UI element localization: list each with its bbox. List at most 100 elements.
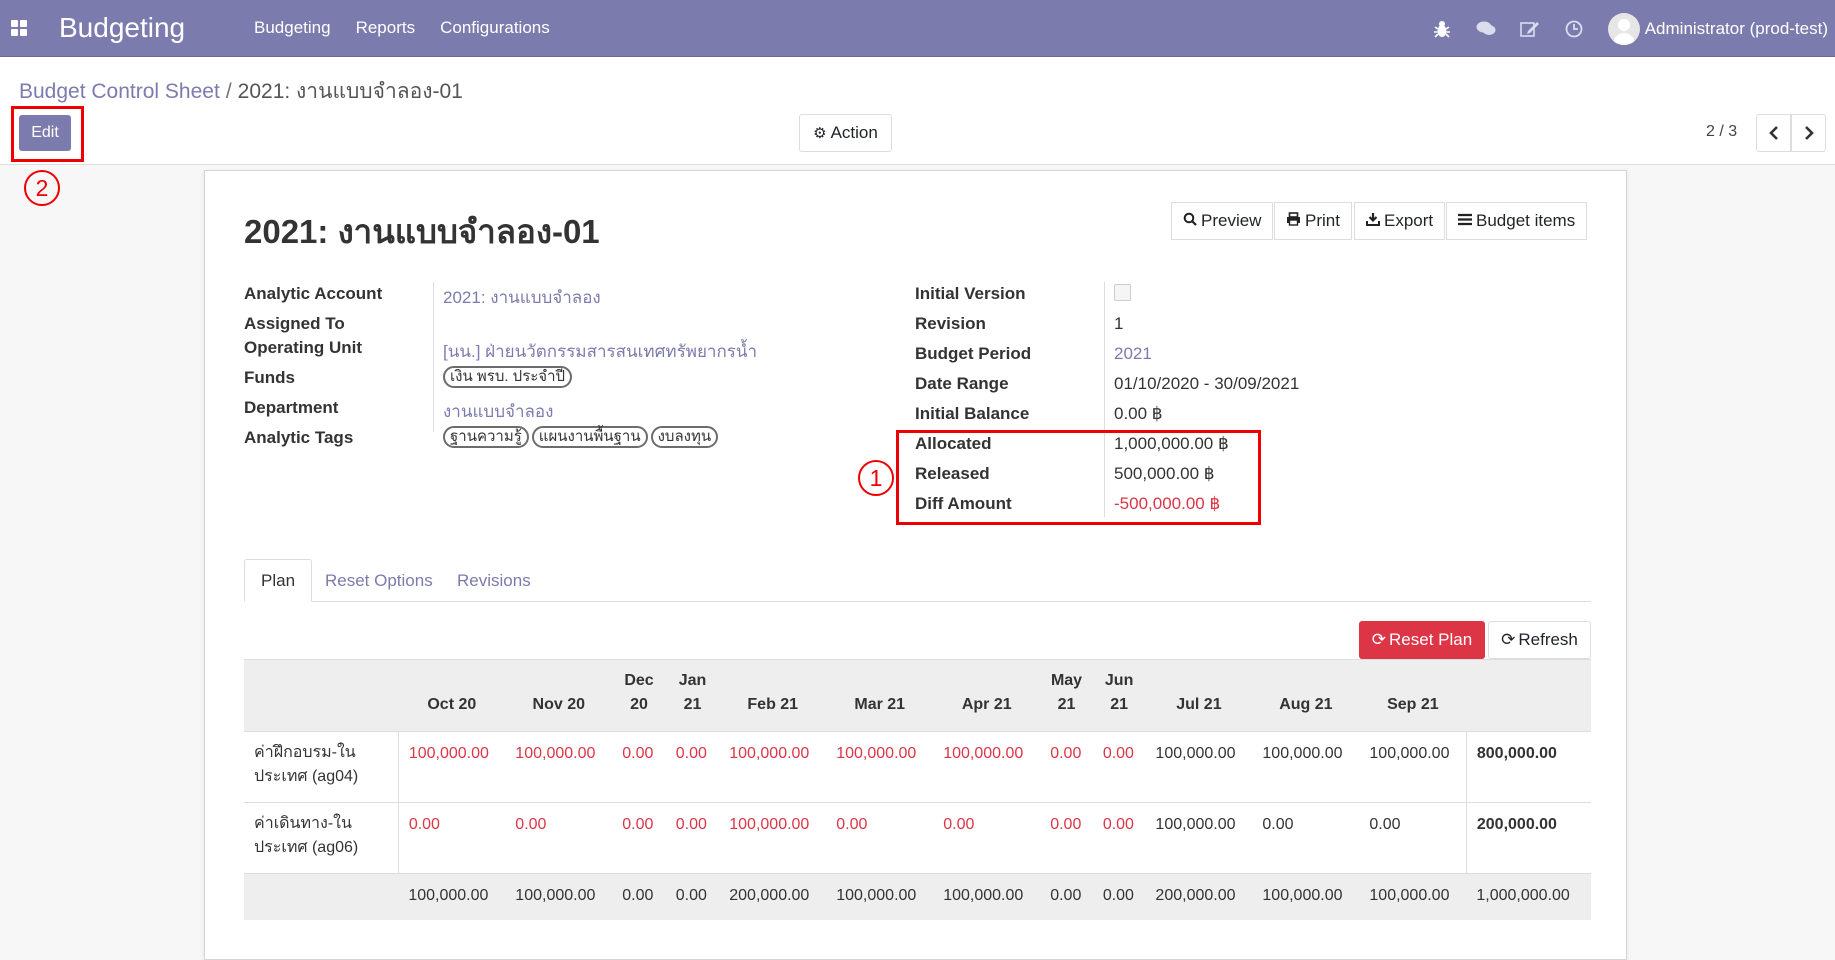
- pager-next-button[interactable]: [1791, 114, 1826, 152]
- footer-total-cell: 0.00: [612, 873, 666, 920]
- preview-button[interactable]: Preview: [1171, 202, 1274, 240]
- tab-plan[interactable]: Plan: [244, 559, 313, 602]
- footer-total-cell: 0.00: [1040, 873, 1093, 920]
- main-menu: Budgeting Reports Configurations: [254, 18, 575, 38]
- table-row[interactable]: ค่าเดินทาง-ใน ประเทศ (ag06) 0.00 0.00 0.00 0.…: [244, 802, 1591, 874]
- edit-icon[interactable]: [1519, 19, 1540, 39]
- tab-reset-options[interactable]: Reset Options: [309, 559, 449, 602]
- table-cell[interactable]: 0.00: [1040, 802, 1093, 874]
- user-menu[interactable]: Administrator (prod-test): [1645, 19, 1828, 39]
- pager-value[interactable]: 2 / 3: [1706, 123, 1737, 141]
- table-cell[interactable]: 100,000.00: [1145, 802, 1253, 874]
- bug-icon[interactable]: [1432, 19, 1452, 39]
- table-cell[interactable]: 100,000.00: [398, 731, 506, 803]
- breadcrumb-parent[interactable]: Budget Control Sheet: [19, 80, 220, 103]
- menu-item-budgeting[interactable]: Budgeting: [254, 18, 331, 38]
- menu-item-configurations[interactable]: Configurations: [440, 18, 550, 38]
- operating-unit-value[interactable]: [นน.] ฝ่ายนวัตกรรมสารสนเทศทรัพยากรน้ำ: [443, 338, 757, 365]
- chevron-left-icon: [1768, 126, 1778, 140]
- menu-item-reports[interactable]: Reports: [356, 18, 416, 38]
- print-button[interactable]: Print: [1274, 202, 1352, 240]
- budget-period-label: Budget Period: [915, 344, 1032, 363]
- table-cell[interactable]: 100,000.00: [1145, 731, 1253, 803]
- table-cell[interactable]: 100,000.00: [1359, 731, 1467, 803]
- analytic-tag[interactable]: แผนงานพื้นฐาน: [531, 426, 648, 448]
- annotation-box-edit: [11, 106, 84, 162]
- table-cell[interactable]: 0.00: [1252, 802, 1360, 874]
- table-row[interactable]: ค่าฝึกอบรม-ใน ประเทศ (ag04) 100,000.00 100,…: [244, 731, 1591, 803]
- footer-total-cell: 200,000.00: [1145, 873, 1253, 920]
- table-cell[interactable]: 0.00: [612, 802, 666, 874]
- row-name: ค่าฝึกอบรม-ใน ประเทศ (ag04): [244, 731, 399, 803]
- pager-previous-button[interactable]: [1756, 114, 1791, 152]
- table-cell[interactable]: 100,000.00: [505, 731, 613, 803]
- column-header: Aug 21: [1252, 659, 1360, 732]
- action-button[interactable]: ⚙ Action: [799, 114, 892, 152]
- footer-total-cell: 1,000,000.00: [1466, 873, 1591, 920]
- table-cell[interactable]: 0.00: [505, 802, 613, 874]
- table-cell[interactable]: 0.00: [665, 802, 720, 874]
- chat-icon[interactable]: [1476, 19, 1496, 39]
- export-label: Export: [1384, 211, 1434, 230]
- table-cell[interactable]: 0.00: [933, 802, 1041, 874]
- funds-tags: เงิน พรบ. ประจำปี: [443, 366, 575, 388]
- analytic-tag[interactable]: ฐานความรู้: [443, 426, 529, 448]
- column-header: Sep 21: [1359, 659, 1467, 732]
- fund-tag[interactable]: เงิน พรบ. ประจำปี: [443, 366, 573, 388]
- table-cell[interactable]: 0.00: [1040, 731, 1093, 803]
- refresh-button[interactable]: ⟳ Refresh: [1488, 621, 1591, 659]
- table-cell[interactable]: 100,000.00: [933, 731, 1041, 803]
- user-avatar[interactable]: [1607, 12, 1640, 45]
- table-cell[interactable]: 0.00: [398, 802, 506, 874]
- table-cell[interactable]: 100,000.00: [719, 731, 827, 803]
- operating-unit-label: Operating Unit: [244, 338, 363, 357]
- table-cell[interactable]: 0.00: [1092, 802, 1146, 874]
- initial-version-label: Initial Version: [915, 284, 1026, 303]
- initial-balance-value: 0.00 ฿: [1114, 404, 1163, 423]
- column-header: Jul 21: [1145, 659, 1253, 732]
- reset-plan-button[interactable]: ⟳ Reset Plan: [1359, 621, 1485, 659]
- list-icon: [1458, 213, 1472, 230]
- table-cell[interactable]: 100,000.00: [826, 731, 934, 803]
- record-title: 2021: งานแบบจำลอง-01: [244, 213, 600, 250]
- column-header: Feb 21: [719, 659, 827, 732]
- footer-total-cell: 100,000.00: [505, 873, 613, 920]
- analytic-tags-label: Analytic Tags: [244, 428, 354, 447]
- date-range-label: Date Range: [915, 374, 1009, 393]
- table-footer-row: 100,000.00 100,000.00 0.00 0.00 200,000.00 10…: [244, 873, 1591, 920]
- apps-menu-icon[interactable]: [11, 20, 27, 36]
- table-cell[interactable]: 0.00: [826, 802, 934, 874]
- plan-table-header: Oct 20 Nov 20 Dec 20 Jan 21 Feb 21 Mar 21 Apr 21…: [244, 659, 1591, 732]
- analytic-account-value[interactable]: 2021: งานแบบจำลอง: [443, 284, 601, 311]
- table-cell[interactable]: 0.00: [612, 731, 666, 803]
- tab-revisions[interactable]: Revisions: [441, 559, 547, 602]
- annotation-marker-2: 2: [24, 170, 60, 206]
- column-header: Nov 20: [505, 659, 613, 732]
- breadcrumb: Budget Control Sheet/2021: งานแบบจำลอง-0…: [19, 75, 463, 108]
- refresh-icon: ⟳: [1371, 630, 1387, 649]
- initial-version-checkbox: [1114, 284, 1131, 301]
- footer-total-cell: 0.00: [1092, 873, 1146, 920]
- column-header: Apr 21: [933, 659, 1041, 732]
- footer-total-cell: 200,000.00: [719, 873, 827, 920]
- footer-total-cell: 100,000.00: [933, 873, 1041, 920]
- department-value[interactable]: งานแบบจำลอง: [443, 398, 553, 425]
- footer-total-cell: 100,000.00: [826, 873, 934, 920]
- app-name[interactable]: Budgeting: [59, 12, 185, 44]
- export-button[interactable]: Export: [1354, 202, 1446, 240]
- reset-plan-label: Reset Plan: [1389, 630, 1473, 649]
- table-cell[interactable]: 0.00: [665, 731, 720, 803]
- budget-items-button[interactable]: Budget items: [1446, 202, 1588, 240]
- analytic-tags: ฐานความรู้ แผนงานพื้นฐาน งบลงทุน: [443, 426, 721, 448]
- print-label: Print: [1305, 211, 1340, 230]
- budget-period-value[interactable]: 2021: [1114, 344, 1152, 364]
- clock-icon[interactable]: [1564, 19, 1584, 39]
- department-label: Department: [244, 398, 339, 417]
- table-cell[interactable]: 0.00: [1359, 802, 1467, 874]
- table-cell[interactable]: 0.00: [1092, 731, 1146, 803]
- row-total: 200,000.00: [1465, 802, 1591, 874]
- table-cell[interactable]: 100,000.00: [719, 802, 827, 874]
- table-cell[interactable]: 100,000.00: [1252, 731, 1360, 803]
- analytic-tag[interactable]: งบลงทุน: [650, 426, 719, 448]
- column-header: May 21: [1040, 659, 1093, 732]
